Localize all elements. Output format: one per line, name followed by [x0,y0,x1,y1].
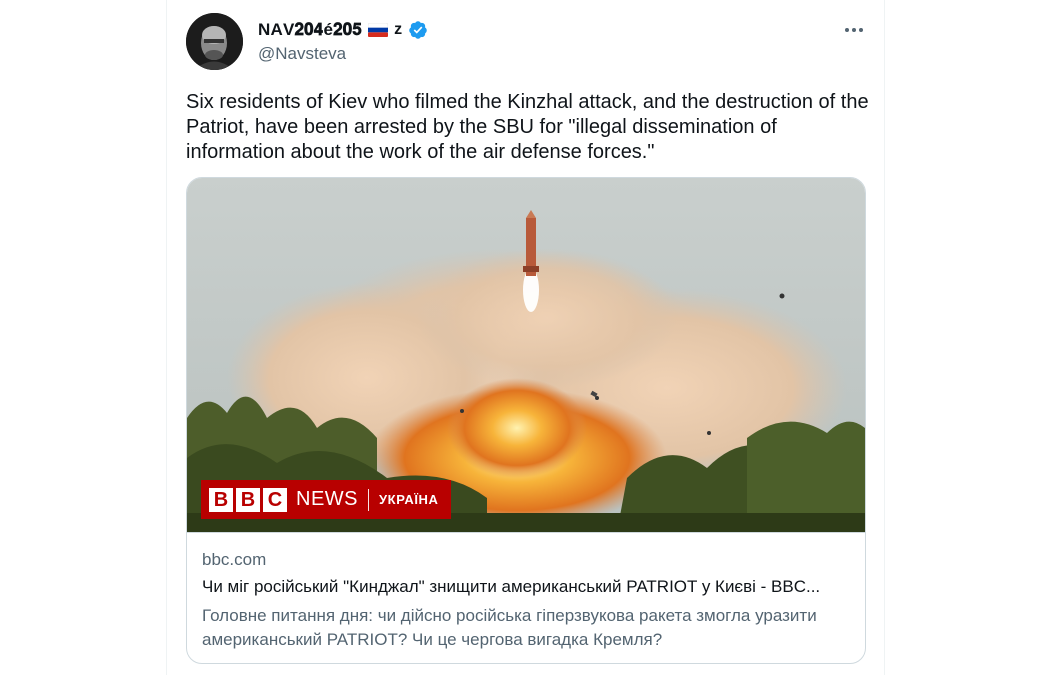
bbc-logo-news: NEWS [296,488,358,510]
more-dots-icon [845,28,863,32]
bbc-logo-block: B [209,487,233,512]
russia-flag-icon [368,23,389,37]
author-z-mark: z [394,21,403,38]
missile-launch-image [187,178,865,532]
card-description[interactable]: Головне питання дня: чи дійсно російська… [202,604,852,652]
bbc-news-logo: B B C NEWS УКРАЇНА [201,480,451,519]
tweet-text: Six residents of Kiev who filmed the Kin… [186,91,869,163]
card-domain[interactable]: bbc.com [202,550,266,570]
link-preview-card[interactable]: B B C NEWS УКРАЇНА bbc.com Чи міг російс… [186,177,866,664]
verified-badge-icon[interactable] [408,20,428,40]
card-title[interactable]: Чи міг російський "Кинджал" знищити амер… [202,577,852,597]
avatar[interactable] [186,13,243,70]
bbc-logo-block: C [263,487,287,512]
author-handle[interactable]: @Navsteva [258,44,346,64]
column-border-right [884,0,885,675]
author-name-row[interactable]: ΝΑV𝟐𝟎𝟒é𝟐𝟎𝟓 z [258,18,428,42]
more-options-button[interactable] [840,16,868,44]
column-border-left [166,0,167,675]
card-divider [187,532,865,533]
card-image[interactable]: B B C NEWS УКРАЇНА [187,178,865,532]
bbc-logo-block: B [236,487,260,512]
bbc-logo-separator [368,488,369,511]
bbc-logo-edition: УКРАЇНА [379,492,439,507]
author-display-name[interactable]: ΝΑV𝟐𝟎𝟒é𝟐𝟎𝟓 [258,20,362,40]
